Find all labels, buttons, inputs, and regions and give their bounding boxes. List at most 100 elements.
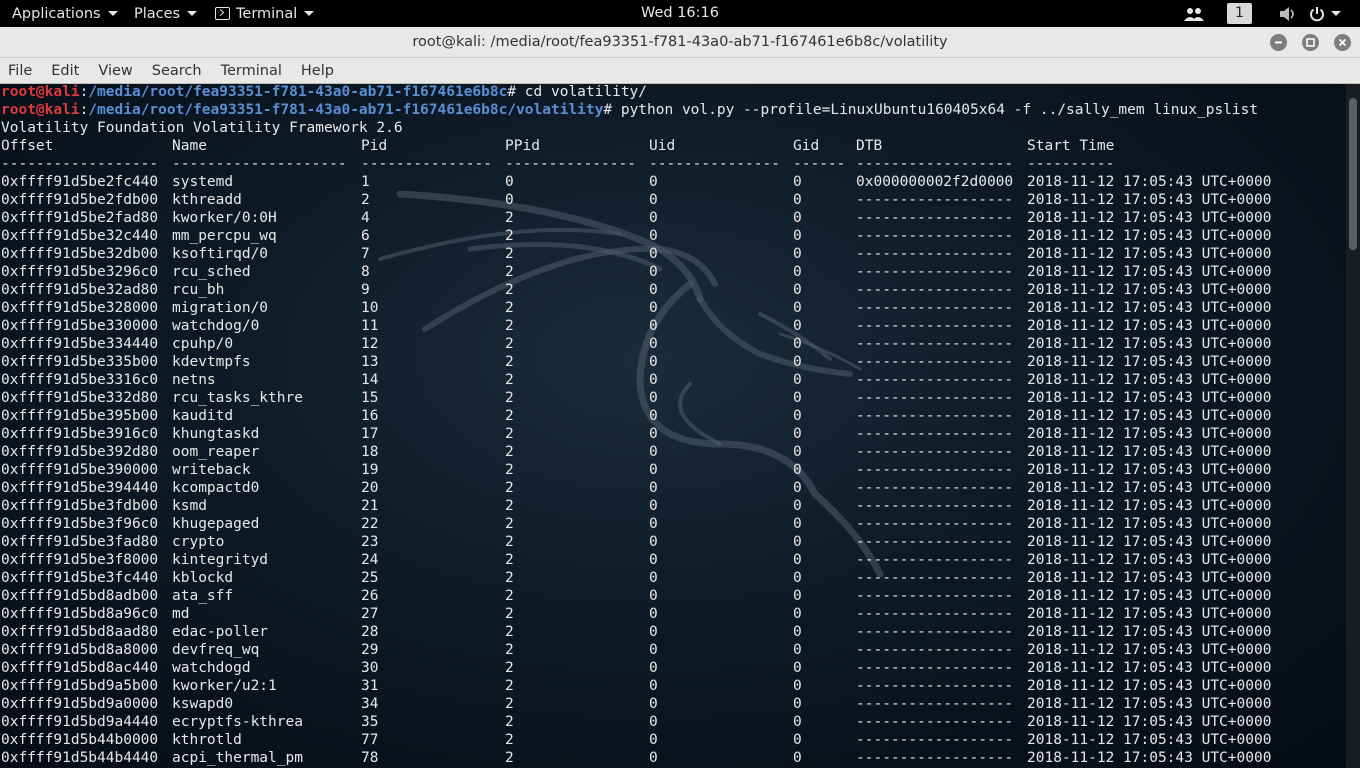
- places-menu[interactable]: Places: [134, 0, 198, 27]
- cell-uid: 0: [649, 210, 658, 226]
- cell-gid: 0: [793, 282, 802, 298]
- cell-start-time: 2018-11-12 17:05:43 UTC+0000: [1027, 228, 1272, 244]
- power-icon[interactable]: [1309, 0, 1341, 27]
- cell-ppid: 2: [505, 606, 514, 622]
- cell-ppid: 2: [505, 354, 514, 370]
- menu-view[interactable]: View: [98, 63, 132, 79]
- cell-pid: 23: [361, 534, 379, 550]
- cell-pid: 28: [361, 624, 379, 640]
- cell-start-time: 2018-11-12 17:05:43 UTC+0000: [1027, 588, 1272, 604]
- prompt-line-2: root@kali:/media/root/fea93351-f781-43a0…: [1, 102, 1258, 120]
- terminal-app-menu[interactable]: Terminal: [215, 0, 315, 27]
- cell-name: rcu_tasks_kthre: [172, 390, 303, 406]
- cell-name: md: [172, 606, 190, 622]
- cell-name: kcompactd0: [172, 480, 260, 496]
- top-panel: Applications Places Terminal Wed 16:16 1: [0, 0, 1360, 27]
- cell-dtb: ------------------: [856, 624, 1014, 640]
- terminal-menubar: File Edit View Search Terminal Help: [0, 58, 1360, 84]
- maximize-icon[interactable]: [1302, 34, 1319, 51]
- cell-dtb: ------------------: [856, 462, 1014, 478]
- cell-gid: 0: [793, 426, 802, 442]
- cell-ppid: 2: [505, 444, 514, 460]
- cell-offset: 0xffff91d5be392d80: [1, 444, 159, 460]
- cell-gid: 0: [793, 552, 802, 568]
- cell-name: cpuhp/0: [172, 336, 234, 352]
- minimize-icon[interactable]: [1270, 34, 1287, 51]
- cell-dtb: ------------------: [856, 498, 1014, 514]
- cell-ppid: 2: [505, 714, 514, 730]
- clock[interactable]: Wed 16:16: [0, 0, 1360, 26]
- cell-name: khungtaskd: [172, 426, 260, 442]
- window-title: root@kali: /media/root/fea93351-f781-43a…: [412, 34, 948, 50]
- separator-uid: ---------------: [649, 156, 780, 172]
- cell-name: kworker/u2:1: [172, 678, 277, 694]
- menu-search[interactable]: Search: [152, 63, 202, 79]
- cell-start-time: 2018-11-12 17:05:43 UTC+0000: [1027, 264, 1272, 280]
- cell-offset: 0xffff91d5be390000: [1, 462, 159, 478]
- cell-pid: 12: [361, 336, 379, 352]
- cell-pid: 14: [361, 372, 379, 388]
- cell-dtb: ------------------: [856, 732, 1014, 748]
- cell-name: watchdog/0: [172, 318, 260, 334]
- workspace-number: 1: [1227, 3, 1252, 24]
- cell-offset: 0xffff91d5be3fad80: [1, 534, 159, 550]
- cell-dtb: ------------------: [856, 426, 1014, 442]
- applications-menu[interactable]: Applications: [12, 0, 118, 27]
- menu-terminal[interactable]: Terminal: [221, 63, 282, 79]
- cell-gid: 0: [793, 498, 802, 514]
- cell-uid: 0: [649, 534, 658, 550]
- cell-start-time: 2018-11-12 17:05:43 UTC+0000: [1027, 534, 1272, 550]
- places-label: Places: [134, 5, 181, 22]
- cell-start-time: 2018-11-12 17:05:43 UTC+0000: [1027, 480, 1272, 496]
- cell-uid: 0: [649, 696, 658, 712]
- menu-edit[interactable]: Edit: [51, 63, 79, 79]
- cell-gid: 0: [793, 210, 802, 226]
- cell-dtb: ------------------: [856, 678, 1014, 694]
- volume-icon[interactable]: [1279, 0, 1297, 27]
- close-icon[interactable]: [1334, 34, 1351, 51]
- menu-file[interactable]: File: [8, 63, 32, 79]
- cell-ppid: 2: [505, 246, 514, 262]
- cell-uid: 0: [649, 552, 658, 568]
- terminal-icon: [215, 7, 230, 20]
- cell-dtb: ------------------: [856, 264, 1014, 280]
- header-dtb: DTB: [856, 138, 883, 154]
- menu-help[interactable]: Help: [301, 63, 334, 79]
- cell-start-time: 2018-11-12 17:05:43 UTC+0000: [1027, 300, 1272, 316]
- cell-uid: 0: [649, 498, 658, 514]
- cell-offset: 0xffff91d5be3296c0: [1, 264, 159, 280]
- cell-offset: 0xffff91d5b44b0000: [1, 732, 159, 748]
- cell-offset: 0xffff91d5be3fdb00: [1, 498, 159, 514]
- cell-name: kworker/0:0H: [172, 210, 277, 226]
- volatility-banner: Volatility Foundation Volatility Framewo…: [1, 120, 403, 136]
- cell-gid: 0: [793, 624, 802, 640]
- chevron-down-icon: [304, 11, 315, 16]
- cell-pid: 34: [361, 696, 379, 712]
- cell-start-time: 2018-11-12 17:05:43 UTC+0000: [1027, 516, 1272, 532]
- terminal-output[interactable]: root@kali:/media/root/fea93351-f781-43a0…: [0, 84, 1346, 768]
- cell-offset: 0xffff91d5be330000: [1, 318, 159, 334]
- workspace-indicator[interactable]: 1: [1227, 0, 1252, 27]
- scrollbar-thumb[interactable]: [1349, 98, 1357, 250]
- prompt-user: root@kali: [1, 84, 80, 100]
- header-start-time: Start Time: [1027, 138, 1115, 154]
- cell-pid: 27: [361, 606, 379, 622]
- cell-ppid: 2: [505, 426, 514, 442]
- cell-offset: 0xffff91d5bd8adb00: [1, 588, 159, 604]
- cell-gid: 0: [793, 606, 802, 622]
- cell-name: mm_percpu_wq: [172, 228, 277, 244]
- cell-gid: 0: [793, 516, 802, 532]
- cell-uid: 0: [649, 588, 658, 604]
- cell-dtb: ------------------: [856, 210, 1014, 226]
- scrollbar[interactable]: [1346, 84, 1360, 768]
- cell-dtb: ------------------: [856, 642, 1014, 658]
- chevron-down-icon: [107, 11, 118, 16]
- people-icon[interactable]: [1184, 0, 1204, 27]
- cell-uid: 0: [649, 570, 658, 586]
- cell-ppid: 2: [505, 372, 514, 388]
- prompt-user: root@kali: [1, 102, 80, 118]
- cell-uid: 0: [649, 174, 658, 190]
- chevron-down-icon: [187, 11, 198, 16]
- applications-label: Applications: [12, 5, 101, 22]
- window-titlebar[interactable]: root@kali: /media/root/fea93351-f781-43a…: [0, 27, 1360, 58]
